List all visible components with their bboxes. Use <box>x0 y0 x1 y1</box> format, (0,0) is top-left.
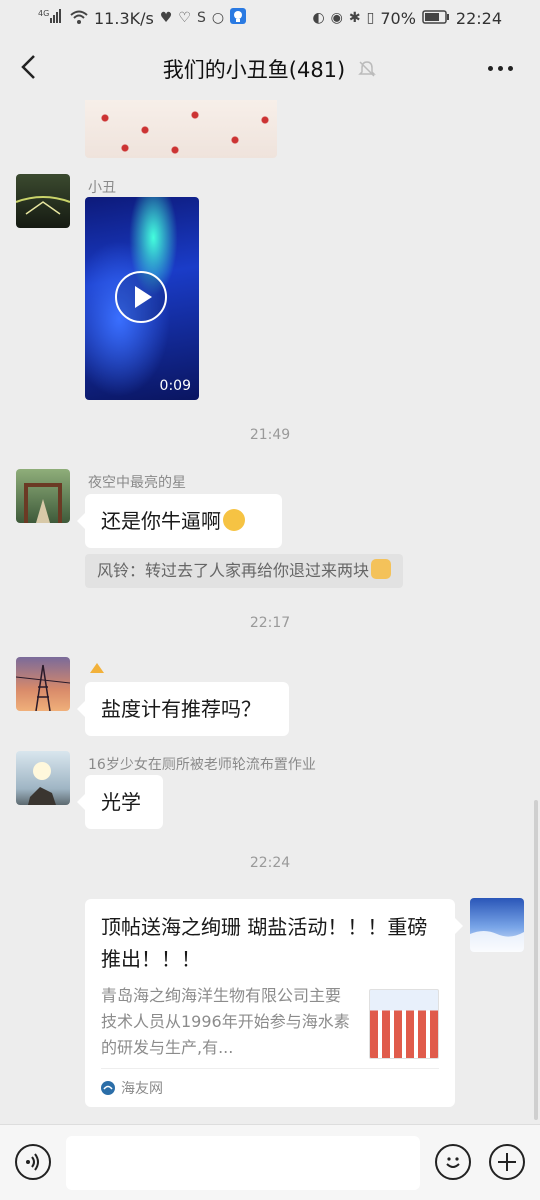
heart-rate-icon: ♥ <box>159 10 173 26</box>
message-input[interactable] <box>66 1136 420 1190</box>
dot-icon <box>507 65 513 71</box>
text-message[interactable]: 还是你牛逼啊 <box>77 494 282 548</box>
dot-icon <box>497 65 503 71</box>
chat-header: 我们的小丑鱼(481) <box>0 36 540 102</box>
circle-icon: ○ <box>211 10 225 26</box>
avatar[interactable] <box>16 469 70 523</box>
message-list[interactable]: 小丑 0:09 21:49 夜空中最亮的星 还是你牛逼啊 风铃：转过去了人家再给… <box>0 100 540 1124</box>
voice-icon <box>26 1153 39 1171</box>
status-bar: 4G 11.3K/s ♥ ♡ S ○ ◐ ◉ ✱ ▯ 70% 22:24 <box>0 0 540 36</box>
clock: 22:24 <box>455 8 502 28</box>
more-options-button[interactable] <box>480 50 520 86</box>
laugh-cry-emoji-icon <box>223 509 245 531</box>
source-logo-icon <box>101 1081 115 1095</box>
bulb-icon <box>230 8 247 28</box>
dot-icon <box>487 65 493 71</box>
text-message[interactable]: 光学 <box>77 775 163 829</box>
battery-percent: 70% <box>380 8 416 28</box>
message-text: 光学 <box>101 790 141 814</box>
bluetooth-icon: ✱ <box>348 10 361 26</box>
smiley-icon <box>446 1157 460 1168</box>
emoji-button[interactable] <box>435 1144 471 1180</box>
message-text: 盐度计有推荐吗？ <box>101 697 261 721</box>
battery-icon <box>422 9 450 28</box>
vibrate-icon: ▯ <box>366 10 375 26</box>
image-message[interactable] <box>85 100 277 158</box>
play-icon[interactable] <box>115 271 167 323</box>
text-message[interactable]: 盐度计有推荐吗？ <box>77 682 289 736</box>
card-thumbnail <box>369 989 439 1059</box>
signal-icon: 4G <box>38 8 64 28</box>
chat-title-wrap[interactable]: 我们的小丑鱼(481) <box>163 54 377 84</box>
my-avatar[interactable] <box>470 898 524 952</box>
quote-text: 风铃：转过去了人家再给你退过来两块 <box>97 561 370 580</box>
eye-icon: ◉ <box>330 10 343 26</box>
heart-icon: ♡ <box>178 10 191 26</box>
chevron-left-icon <box>21 55 35 79</box>
quoted-message[interactable]: 风铃：转过去了人家再给你退过来两块 <box>85 554 404 588</box>
sender-name: 小丑 <box>88 180 116 196</box>
avatar[interactable] <box>16 174 70 228</box>
sender-name: 16岁少女在厕所被老师轮流布置作业 <box>88 757 316 773</box>
input-bar <box>0 1124 540 1200</box>
wifi-icon <box>70 9 88 28</box>
plus-icon <box>498 1153 516 1171</box>
chat-title: 我们的小丑鱼(481) <box>162 58 346 82</box>
video-duration: 0:09 <box>159 378 191 394</box>
cat-emoji-icon <box>371 559 392 579</box>
network-speed: 11.3K/s <box>94 8 154 28</box>
sender-name: 夜空中最亮的星 <box>88 475 186 491</box>
avatar[interactable] <box>16 657 70 711</box>
svg-text:4G: 4G <box>38 9 49 18</box>
back-button[interactable] <box>12 50 46 84</box>
voice-button[interactable] <box>15 1144 51 1180</box>
card-source: 海友网 <box>101 1068 439 1107</box>
scrollbar[interactable] <box>534 800 538 1120</box>
card-title: 顶帖送海之绚珊 瑚盐活动！！！重磅推出！！！ <box>101 915 428 971</box>
more-functions-button[interactable] <box>489 1144 525 1180</box>
timestamp: 21:49 <box>249 427 291 443</box>
video-message[interactable]: 0:09 <box>85 197 199 400</box>
card-description: 青岛海之绚海洋生物有限公司主要技术人员从1996年开始参与海水素的研发与生产,有… <box>101 986 350 1057</box>
link-card[interactable]: 顶帖送海之绚珊 瑚盐活动！！！重磅推出！！！ 青岛海之绚海洋生物有限公司主要技术… <box>85 899 463 1107</box>
sender-emoji-icon <box>88 660 106 674</box>
avatar[interactable] <box>16 751 70 805</box>
mute-bell-icon <box>358 61 377 77</box>
nfc-icon: ◐ <box>312 10 325 26</box>
app-s-icon: S <box>196 10 206 26</box>
timestamp: 22:24 <box>249 855 291 871</box>
timestamp: 22:17 <box>249 615 291 631</box>
message-text: 还是你牛逼啊 <box>101 509 221 533</box>
card-source-name: 海友网 <box>121 1081 163 1097</box>
